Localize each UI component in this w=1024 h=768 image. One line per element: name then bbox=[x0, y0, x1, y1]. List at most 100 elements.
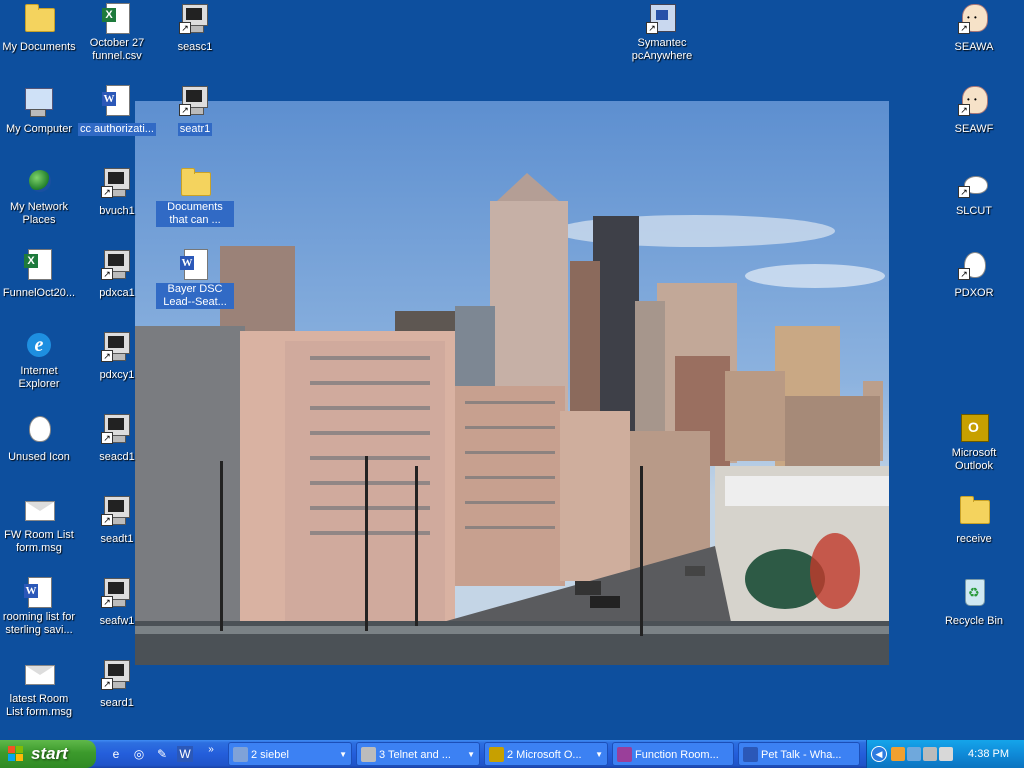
desktop-icon-seawa[interactable]: ↗ SEAWA bbox=[935, 2, 1013, 55]
recycle-bin-icon bbox=[958, 576, 990, 608]
desktop-icon-bvuch1[interactable]: ↗ bvuch1 bbox=[78, 166, 156, 219]
desktop-icon-microsoft-outlook[interactable]: Microsoft Outlook bbox=[935, 412, 1013, 474]
desktop-icon-fw-room-list[interactable]: FW Room List form.msg bbox=[0, 494, 78, 556]
computer-icon bbox=[23, 84, 55, 117]
icon-label: PDXOR bbox=[954, 287, 994, 299]
icon-label: seatr1 bbox=[177, 123, 213, 136]
desktop-icon-seacd1[interactable]: ↗ seacd1 bbox=[78, 412, 156, 465]
desktop-icon-seadt1[interactable]: ↗ seadt1 bbox=[78, 494, 156, 547]
desktop-icon-my-network-places[interactable]: My Network Places bbox=[0, 166, 78, 228]
icon-label: pdxca1 bbox=[99, 287, 135, 299]
clock[interactable]: 4:38 PM bbox=[968, 740, 1009, 768]
taskbar-button-telnet[interactable]: 3 Telnet and ... ▼ bbox=[356, 742, 480, 766]
email-envelope-icon bbox=[23, 494, 55, 526]
desktop: My Documents My Computer My Network Plac… bbox=[0, 0, 1024, 740]
start-button[interactable]: start bbox=[0, 740, 96, 768]
icon-label: pdxcy1 bbox=[99, 369, 135, 381]
task-label: Pet Talk - Wha... bbox=[761, 749, 842, 761]
computer-shortcut-icon: ↗ bbox=[101, 494, 133, 526]
desktop-icon-internet-explorer[interactable]: e Internet Explorer bbox=[0, 330, 78, 392]
icon-label: Recycle Bin bbox=[944, 615, 1004, 627]
desktop-icon-slcut[interactable]: ↗ SLCUT bbox=[935, 166, 1013, 219]
internet-explorer-icon[interactable]: e bbox=[108, 746, 124, 762]
outlook-express-icon[interactable]: ◎ bbox=[131, 746, 147, 762]
icon-label: FW Room List form.msg bbox=[4, 529, 74, 554]
taskbar-button-pet-talk[interactable]: Pet Talk - Wha... bbox=[738, 742, 860, 766]
word-document-icon: W bbox=[101, 84, 133, 116]
taskbar-button-siebel[interactable]: 2 siebel ▼ bbox=[228, 742, 352, 766]
tray-app-icon[interactable] bbox=[923, 747, 937, 761]
chevron-expand-icon[interactable]: » bbox=[203, 742, 219, 758]
app-window-icon bbox=[617, 747, 632, 762]
excel-file-icon: X bbox=[101, 2, 133, 34]
excel-file-icon: X bbox=[23, 248, 55, 280]
desktop-icon-pdxca1[interactable]: ↗ pdxca1 bbox=[78, 248, 156, 301]
tray-app-icon[interactable] bbox=[939, 747, 953, 761]
desktop-icon-my-computer[interactable]: My Computer bbox=[0, 84, 78, 137]
desktop-icon-seasc1[interactable]: ↗ seasc1 bbox=[156, 2, 234, 55]
icon-label: October 27 funnel.csv bbox=[89, 37, 145, 62]
desktop-icon-seafw1[interactable]: ↗ seafw1 bbox=[78, 576, 156, 629]
tray-app-icon[interactable] bbox=[891, 747, 905, 761]
desktop-icon-rooming-list[interactable]: W rooming list for sterling savi... bbox=[0, 576, 78, 638]
icon-label: Internet Explorer bbox=[18, 365, 60, 390]
icon-label: Symantec pcAnywhere bbox=[631, 37, 693, 62]
email-envelope-icon bbox=[23, 658, 55, 690]
task-label: Function Room... bbox=[635, 749, 719, 761]
icon-label: receive bbox=[956, 533, 992, 545]
word-document-icon: W bbox=[23, 576, 55, 608]
wallpaper-photo bbox=[135, 101, 889, 665]
cartoon-dog-icon: ↗ bbox=[958, 248, 990, 280]
taskbar-button-microsoft-office[interactable]: 2 Microsoft O... ▼ bbox=[484, 742, 608, 766]
desktop-icon-recycle-bin[interactable]: Recycle Bin bbox=[935, 576, 1013, 629]
desktop-icon-my-documents[interactable]: My Documents bbox=[0, 2, 78, 55]
desktop-icon-receive[interactable]: receive bbox=[935, 494, 1013, 547]
desktop-icon-bayer-dsc-lead[interactable]: W Bayer DSC Lead--Seat... bbox=[156, 248, 234, 310]
word-icon[interactable]: W bbox=[177, 746, 193, 762]
program-icon[interactable]: ✎ bbox=[154, 746, 170, 762]
desktop-icon-cc-authorization[interactable]: W cc authorizati... bbox=[78, 84, 156, 137]
desktop-icon-seatr1[interactable]: ↗ seatr1 bbox=[156, 84, 234, 137]
desktop-icon-unused-icon[interactable]: Unused Icon bbox=[0, 412, 78, 465]
icon-label: My Network Places bbox=[9, 201, 69, 226]
chevron-down-icon: ▼ bbox=[339, 750, 347, 759]
show-hidden-icons-icon[interactable]: ◀ bbox=[871, 746, 887, 762]
icon-label: Documents that can ... bbox=[156, 201, 234, 227]
icon-label: bvuch1 bbox=[99, 205, 135, 217]
icon-label: SEAWA bbox=[954, 41, 994, 53]
chevron-down-icon: ▼ bbox=[595, 750, 603, 759]
desktop-icon-pdxcy1[interactable]: ↗ pdxcy1 bbox=[78, 330, 156, 383]
desktop-icon-documents-that-can[interactable]: Documents that can ... bbox=[156, 166, 234, 228]
icon-label: Microsoft Outlook bbox=[951, 447, 997, 472]
taskbar-button-function-room[interactable]: Function Room... bbox=[612, 742, 734, 766]
desktop-icon-seard1[interactable]: ↗ seard1 bbox=[78, 658, 156, 711]
desktop-icon-symantec-pcanywhere[interactable]: ↗ Symantec pcAnywhere bbox=[623, 2, 701, 64]
folder-icon bbox=[179, 166, 211, 198]
network-icon[interactable] bbox=[907, 747, 921, 761]
icon-label: Unused Icon bbox=[8, 451, 70, 463]
desktop-icon-october-27-funnel[interactable]: X October 27 funnel.csv bbox=[78, 2, 156, 64]
pcanywhere-icon: ↗ bbox=[646, 2, 678, 34]
icon-label: seard1 bbox=[100, 697, 134, 709]
icon-label: FunnelOct20... bbox=[2, 287, 76, 299]
computer-shortcut-icon: ↗ bbox=[179, 2, 211, 34]
computer-shortcut-icon: ↗ bbox=[101, 330, 133, 362]
task-label: 2 siebel bbox=[251, 749, 289, 761]
city-skyline-image bbox=[135, 101, 889, 665]
icon-label: SEAWF bbox=[954, 123, 994, 135]
word-app-icon bbox=[743, 747, 758, 762]
desktop-icon-pdxor[interactable]: ↗ PDXOR bbox=[935, 248, 1013, 301]
desktop-icon-latest-room-list[interactable]: latest Room List form.msg bbox=[0, 658, 78, 720]
desktop-icon-seawf[interactable]: ↗ SEAWF bbox=[935, 84, 1013, 137]
network-globe-icon bbox=[23, 166, 55, 198]
task-label: 2 Microsoft O... bbox=[507, 749, 582, 761]
computer-shortcut-icon: ↗ bbox=[101, 248, 133, 280]
siebel-app-icon bbox=[233, 747, 248, 762]
system-tray: ◀ 4:38 PM bbox=[866, 740, 1024, 768]
computer-shortcut-icon: ↗ bbox=[101, 412, 133, 444]
chevron-down-icon: ▼ bbox=[467, 750, 475, 759]
icon-label: seadt1 bbox=[100, 533, 134, 545]
icon-label: seacd1 bbox=[99, 451, 135, 463]
computer-shortcut-icon: ↗ bbox=[101, 658, 133, 690]
desktop-icon-funneloct20[interactable]: X FunnelOct20... bbox=[0, 248, 78, 301]
